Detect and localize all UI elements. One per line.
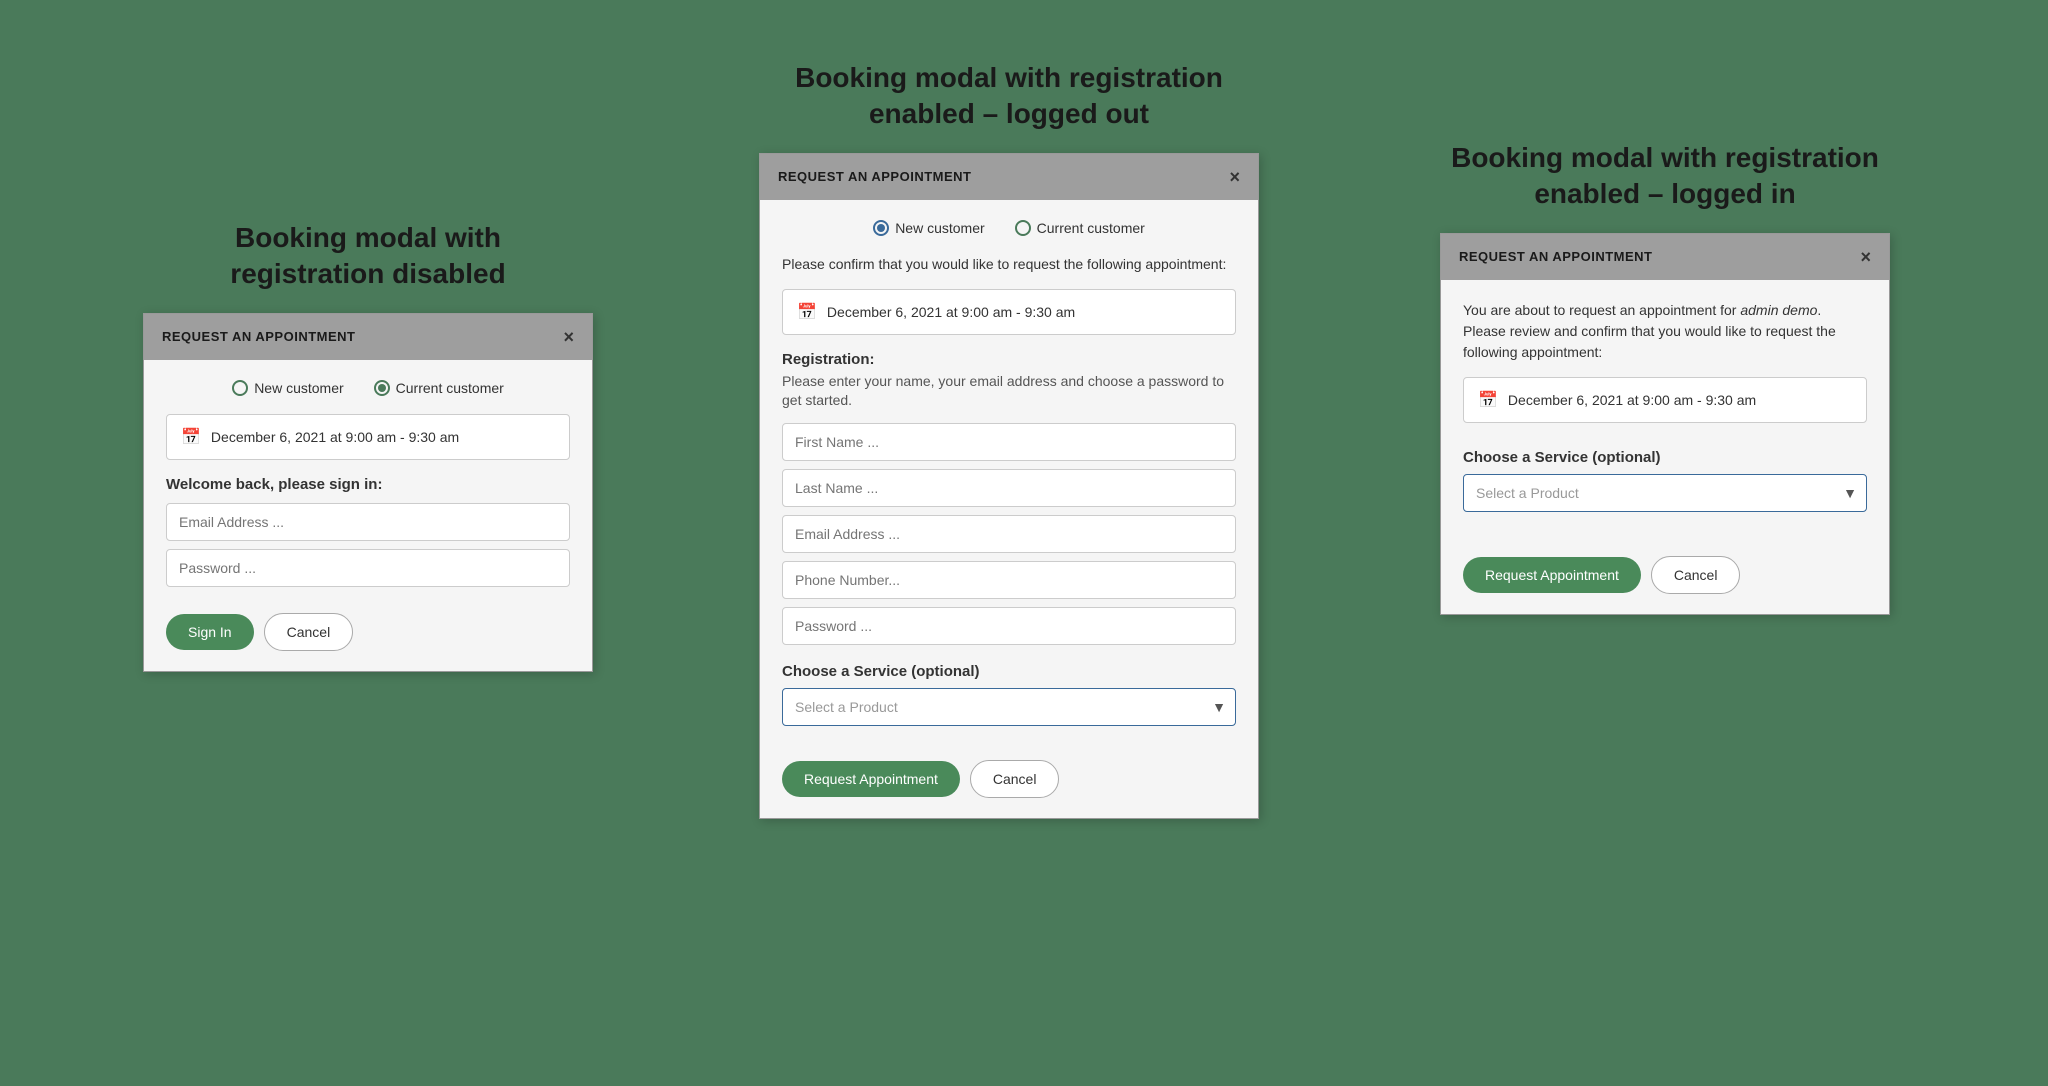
first-name-input-center[interactable] (782, 423, 1236, 461)
calendar-icon-center: 📅 (797, 302, 817, 322)
radio-current-customer-label-center: Current customer (1037, 220, 1145, 236)
modal-center-close-button[interactable]: × (1229, 168, 1240, 186)
radio-current-customer-left[interactable]: Current customer (374, 380, 504, 396)
password-input-left[interactable] (166, 549, 570, 587)
col-center: Booking modal with registration enabled … (759, 60, 1259, 819)
col-left: Booking modal with registration disabled… (143, 220, 593, 672)
request-appointment-button-right[interactable]: Request Appointment (1463, 557, 1641, 593)
registration-title-center: Registration: (782, 351, 1236, 368)
loggedin-desc-pre: You are about to request an appointment … (1463, 302, 1740, 318)
registration-desc-center: Please enter your name, your email addre… (782, 372, 1236, 411)
col-center-title-text: Booking modal with registration enabled … (795, 62, 1223, 129)
radio-current-customer-center[interactable]: Current customer (1015, 220, 1145, 236)
date-display-center: 📅 December 6, 2021 at 9:00 am - 9:30 am (782, 289, 1236, 335)
radio-new-customer-center[interactable]: New customer (873, 220, 984, 236)
col-right-title: Booking modal with registration enabled … (1425, 140, 1905, 213)
welcome-text-left: Welcome back, please sign in: (166, 476, 570, 493)
date-text-right: December 6, 2021 at 9:00 am - 9:30 am (1508, 392, 1756, 408)
modal-left-header: REQUEST AN APPOINTMENT × (144, 314, 592, 360)
modal-center-radio-group: New customer Current customer (782, 220, 1236, 236)
email-input-center[interactable] (782, 515, 1236, 553)
calendar-icon-right: 📅 (1478, 390, 1498, 410)
loggedin-desc-right: You are about to request an appointment … (1463, 300, 1867, 363)
radio-new-customer-label-center: New customer (895, 220, 984, 236)
col-center-title: Booking modal with registration enabled … (769, 60, 1249, 133)
date-display-right: 📅 December 6, 2021 at 9:00 am - 9:30 am (1463, 377, 1867, 423)
loggedin-user: admin demo (1740, 302, 1817, 318)
modal-right-body: You are about to request an appointment … (1441, 280, 1889, 614)
radio-new-customer-left[interactable]: New customer (232, 380, 343, 396)
confirm-text-center: Please confirm that you would like to re… (782, 254, 1236, 275)
radio-current-customer-circle-left (374, 380, 390, 396)
btn-row-right: Request Appointment Cancel (1463, 556, 1867, 594)
calendar-icon-left: 📅 (181, 427, 201, 447)
radio-new-customer-circle-left (232, 380, 248, 396)
modal-center-header-title: REQUEST AN APPOINTMENT (778, 169, 972, 184)
phone-input-center[interactable] (782, 561, 1236, 599)
col-left-title: Booking modal with registration disabled (168, 220, 568, 293)
modal-center-header: REQUEST AN APPOINTMENT × (760, 154, 1258, 200)
btn-row-center: Request Appointment Cancel (782, 760, 1236, 798)
modal-center-body: New customer Current customer Please con… (760, 200, 1258, 818)
cancel-button-center[interactable]: Cancel (970, 760, 1060, 798)
modal-right: REQUEST AN APPOINTMENT × You are about t… (1440, 233, 1890, 615)
col-right-title-text: Booking modal with registration enabled … (1451, 142, 1879, 209)
choose-service-label-right: Choose a Service (optional) (1463, 449, 1867, 466)
cancel-button-right[interactable]: Cancel (1651, 556, 1741, 594)
radio-new-customer-label-left: New customer (254, 380, 343, 396)
modal-center: REQUEST AN APPOINTMENT × New customer Cu… (759, 153, 1259, 819)
last-name-input-center[interactable] (782, 469, 1236, 507)
product-select-right[interactable]: Select a Product (1463, 474, 1867, 512)
col-right: Booking modal with registration enabled … (1425, 140, 1905, 615)
choose-service-label-center: Choose a Service (optional) (782, 663, 1236, 680)
modal-left-body: New customer Current customer 📅 December… (144, 360, 592, 671)
modal-left-close-button[interactable]: × (563, 328, 574, 346)
select-wrapper-center: Select a Product ▼ (782, 688, 1236, 726)
modal-left: REQUEST AN APPOINTMENT × New customer Cu… (143, 313, 593, 672)
product-select-center[interactable]: Select a Product (782, 688, 1236, 726)
email-input-left[interactable] (166, 503, 570, 541)
cancel-button-left[interactable]: Cancel (264, 613, 354, 651)
radio-current-customer-circle-center (1015, 220, 1031, 236)
col-left-title-text: Booking modal with registration disabled (230, 222, 505, 289)
modal-right-header-title: REQUEST AN APPOINTMENT (1459, 249, 1653, 264)
date-text-center: December 6, 2021 at 9:00 am - 9:30 am (827, 304, 1075, 320)
date-text-left: December 6, 2021 at 9:00 am - 9:30 am (211, 429, 459, 445)
radio-new-customer-circle-center (873, 220, 889, 236)
modal-left-header-title: REQUEST AN APPOINTMENT (162, 329, 356, 344)
modal-right-close-button[interactable]: × (1860, 248, 1871, 266)
modal-right-header: REQUEST AN APPOINTMENT × (1441, 234, 1889, 280)
request-appointment-button-center[interactable]: Request Appointment (782, 761, 960, 797)
page-container: Booking modal with registration disabled… (0, 0, 2048, 1086)
btn-row-left: Sign In Cancel (166, 613, 570, 651)
modal-left-radio-group: New customer Current customer (166, 380, 570, 396)
select-wrapper-right: Select a Product ▼ (1463, 474, 1867, 512)
date-display-left: 📅 December 6, 2021 at 9:00 am - 9:30 am (166, 414, 570, 460)
radio-current-customer-label-left: Current customer (396, 380, 504, 396)
password-input-center[interactable] (782, 607, 1236, 645)
signin-button-left[interactable]: Sign In (166, 614, 254, 650)
